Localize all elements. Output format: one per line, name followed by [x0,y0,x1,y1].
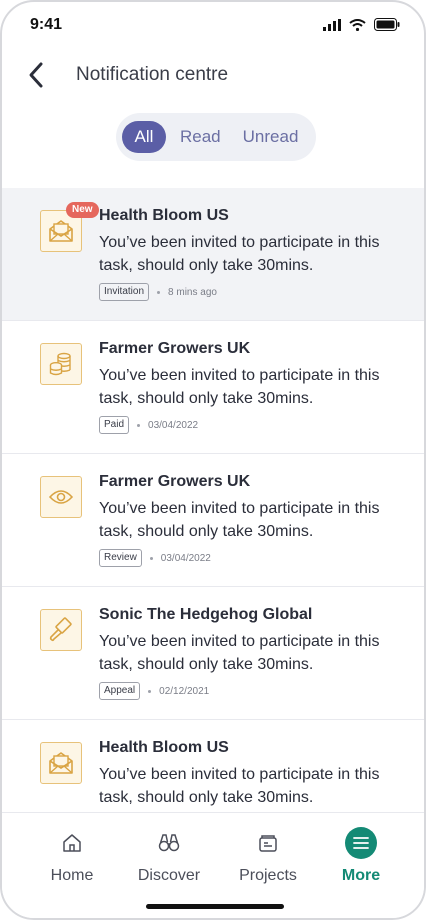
binoculars-icon [158,834,180,852]
notification-title: Health Bloom US [99,207,229,224]
notification-message: You’ve been invited to participate in th… [99,234,380,274]
battery-icon [374,18,400,31]
notification-item[interactable]: New Health Bloom US You’ve been invited … [2,188,424,321]
separator-dot [148,689,152,693]
separator-dot [157,290,161,294]
notification-item[interactable]: Farmer Growers UK You’ve been invited to… [2,321,424,454]
notification-item[interactable]: Health Bloom US You’ve been invited to p… [2,720,424,816]
notification-title: Health Bloom US [99,739,229,756]
notification-meta: Paid 03/04/2022 [99,416,198,434]
separator-dot [149,556,153,560]
notification-message: You’ve been invited to participate in th… [99,766,380,806]
notification-meta: Review 03/04/2022 [99,549,211,567]
notification-item[interactable]: Sonic The Hedgehog Global You’ve been in… [2,587,424,720]
notification-meta: Appeal 02/12/2021 [99,682,209,700]
gavel-icon [40,609,82,651]
notification-title: Sonic The Hedgehog Global [99,606,313,623]
notification-filter: All Read Unread [116,113,316,161]
nav-item-more[interactable]: More [316,827,406,885]
notification-message: You’ve been invited to participate in th… [99,500,380,540]
nav-label: More [341,867,381,884]
notification-tag: Appeal [99,682,141,700]
tab-unread[interactable]: Unread [235,121,307,153]
separator-dot [137,423,141,427]
notification-time: 8 mins ago [168,286,217,298]
chevron-left-icon [29,62,43,88]
eye-icon [40,476,82,518]
nav-label: Home [50,867,94,884]
page-title: Notification centre [76,64,229,85]
notification-time: 03/04/2022 [148,419,199,431]
notification-list: New Health Bloom US You’ve been invited … [2,188,424,816]
nav-item-discover[interactable]: Discover [124,827,214,885]
status-icons [323,18,400,31]
notification-title: Farmer Growers UK [99,340,251,357]
notification-time: 02/12/2021 [159,685,210,697]
new-badge: New [66,202,99,218]
notification-tag: Review [99,549,142,567]
home-icon [63,834,81,852]
nav-label: Projects [239,867,297,884]
notification-item[interactable]: Farmer Growers UK You’ve been invited to… [2,454,424,587]
bottom-nav: Home Discover Projects More [2,812,424,918]
notification-message: You’ve been invited to participate in th… [99,367,380,407]
menu-icon [345,827,377,859]
notification-title: Farmer Growers UK [99,473,251,490]
notification-time: 03/04/2022 [160,552,211,564]
nav-item-home[interactable]: Home [27,827,117,885]
tab-all[interactable]: All [122,121,166,153]
status-bar: 9:41 [2,2,424,46]
nav-label: Discover [137,867,201,884]
wifi-icon [349,18,366,31]
status-time: 9:41 [30,16,63,33]
header: Notification centre [2,52,424,98]
coins-icon [40,343,82,385]
back-button[interactable] [22,58,52,92]
tab-read[interactable]: Read [172,121,229,153]
signal-icon [323,18,341,31]
notification-message: You’ve been invited to participate in th… [99,633,380,673]
phone-frame: 9:41 Notification centre All Read Unread… [0,0,426,920]
notification-tag: Paid [99,416,130,434]
notification-meta: Invitation 8 mins ago [99,283,217,301]
nav-item-projects[interactable]: Projects [223,827,313,885]
envelope-icon [40,742,82,784]
notification-tag: Invitation [99,283,150,301]
home-indicator [146,904,284,909]
folder-icon [259,835,277,852]
